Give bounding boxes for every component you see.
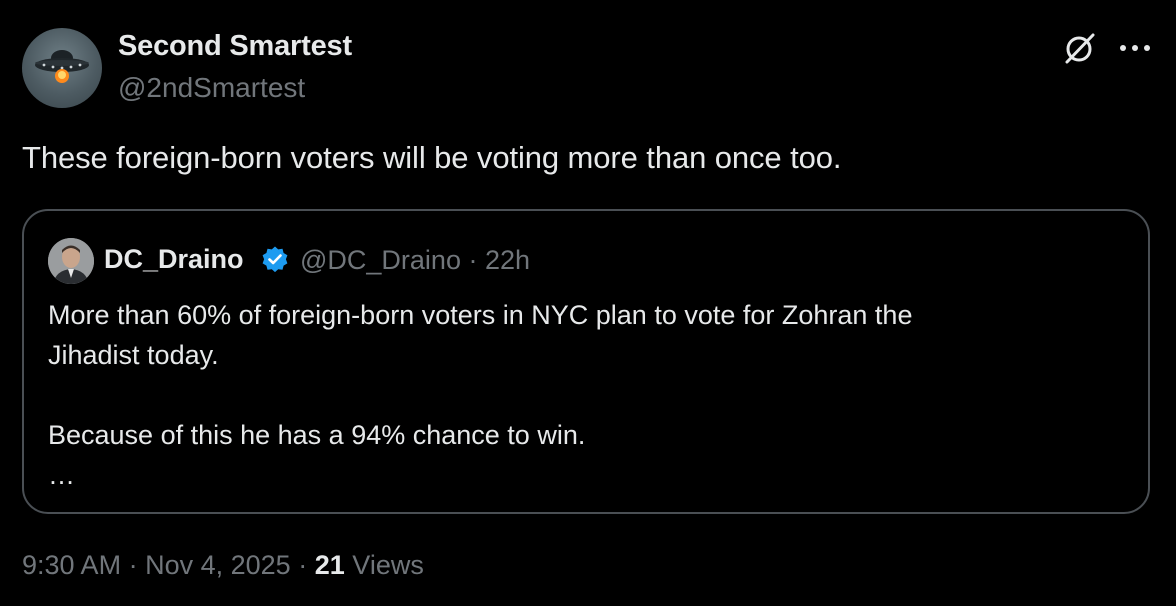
tweet: Second Smartest @2ndSmartest These forei… (0, 0, 1176, 606)
quoted-tweet-time[interactable]: 22h (485, 245, 530, 275)
grok-icon[interactable] (1062, 30, 1098, 66)
author-name[interactable]: Second Smartest (118, 30, 352, 63)
quoted-author-name[interactable]: DC_Draino (104, 244, 244, 275)
person-avatar-icon (48, 238, 94, 284)
quoted-text-line: Jihadist today. (48, 340, 219, 370)
quoted-text-ellipsis: … (48, 460, 75, 490)
quoted-tweet-text: More than 60% of foreign-born voters in … (48, 295, 1128, 495)
footer-separator: · (298, 550, 308, 580)
quoted-text-blank-line (48, 375, 1128, 415)
tweet-text: These foreign-born voters will be voting… (22, 140, 842, 175)
tweet-time[interactable]: 9:30 AM (22, 550, 121, 580)
author-avatar[interactable] (22, 28, 102, 108)
quoted-author-avatar[interactable] (48, 238, 94, 284)
verified-badge-icon[interactable] (260, 245, 290, 275)
views-label: Views (352, 550, 424, 580)
quoted-tweet[interactable]: DC_Draino @DC_Draino · 22h More than 60%… (22, 209, 1150, 514)
meta-separator: · (468, 245, 478, 275)
tweet-footer: 9:30 AM · Nov 4, 2025 · 21 Views (22, 550, 424, 581)
tweet-date[interactable]: Nov 4, 2025 (145, 550, 291, 580)
author-handle[interactable]: @2ndSmartest (118, 72, 305, 104)
more-icon[interactable] (1118, 42, 1152, 54)
ufo-icon (35, 50, 89, 83)
views-count: 21 (314, 550, 345, 580)
quoted-author-handle[interactable]: @DC_Draino (300, 245, 461, 275)
footer-separator: · (128, 550, 138, 580)
quoted-text-line: Because of this he has a 94% chance to w… (48, 420, 586, 450)
quoted-text-line: More than 60% of foreign-born voters in … (48, 300, 913, 330)
quoted-tweet-meta: @DC_Draino · 22h (300, 245, 530, 276)
